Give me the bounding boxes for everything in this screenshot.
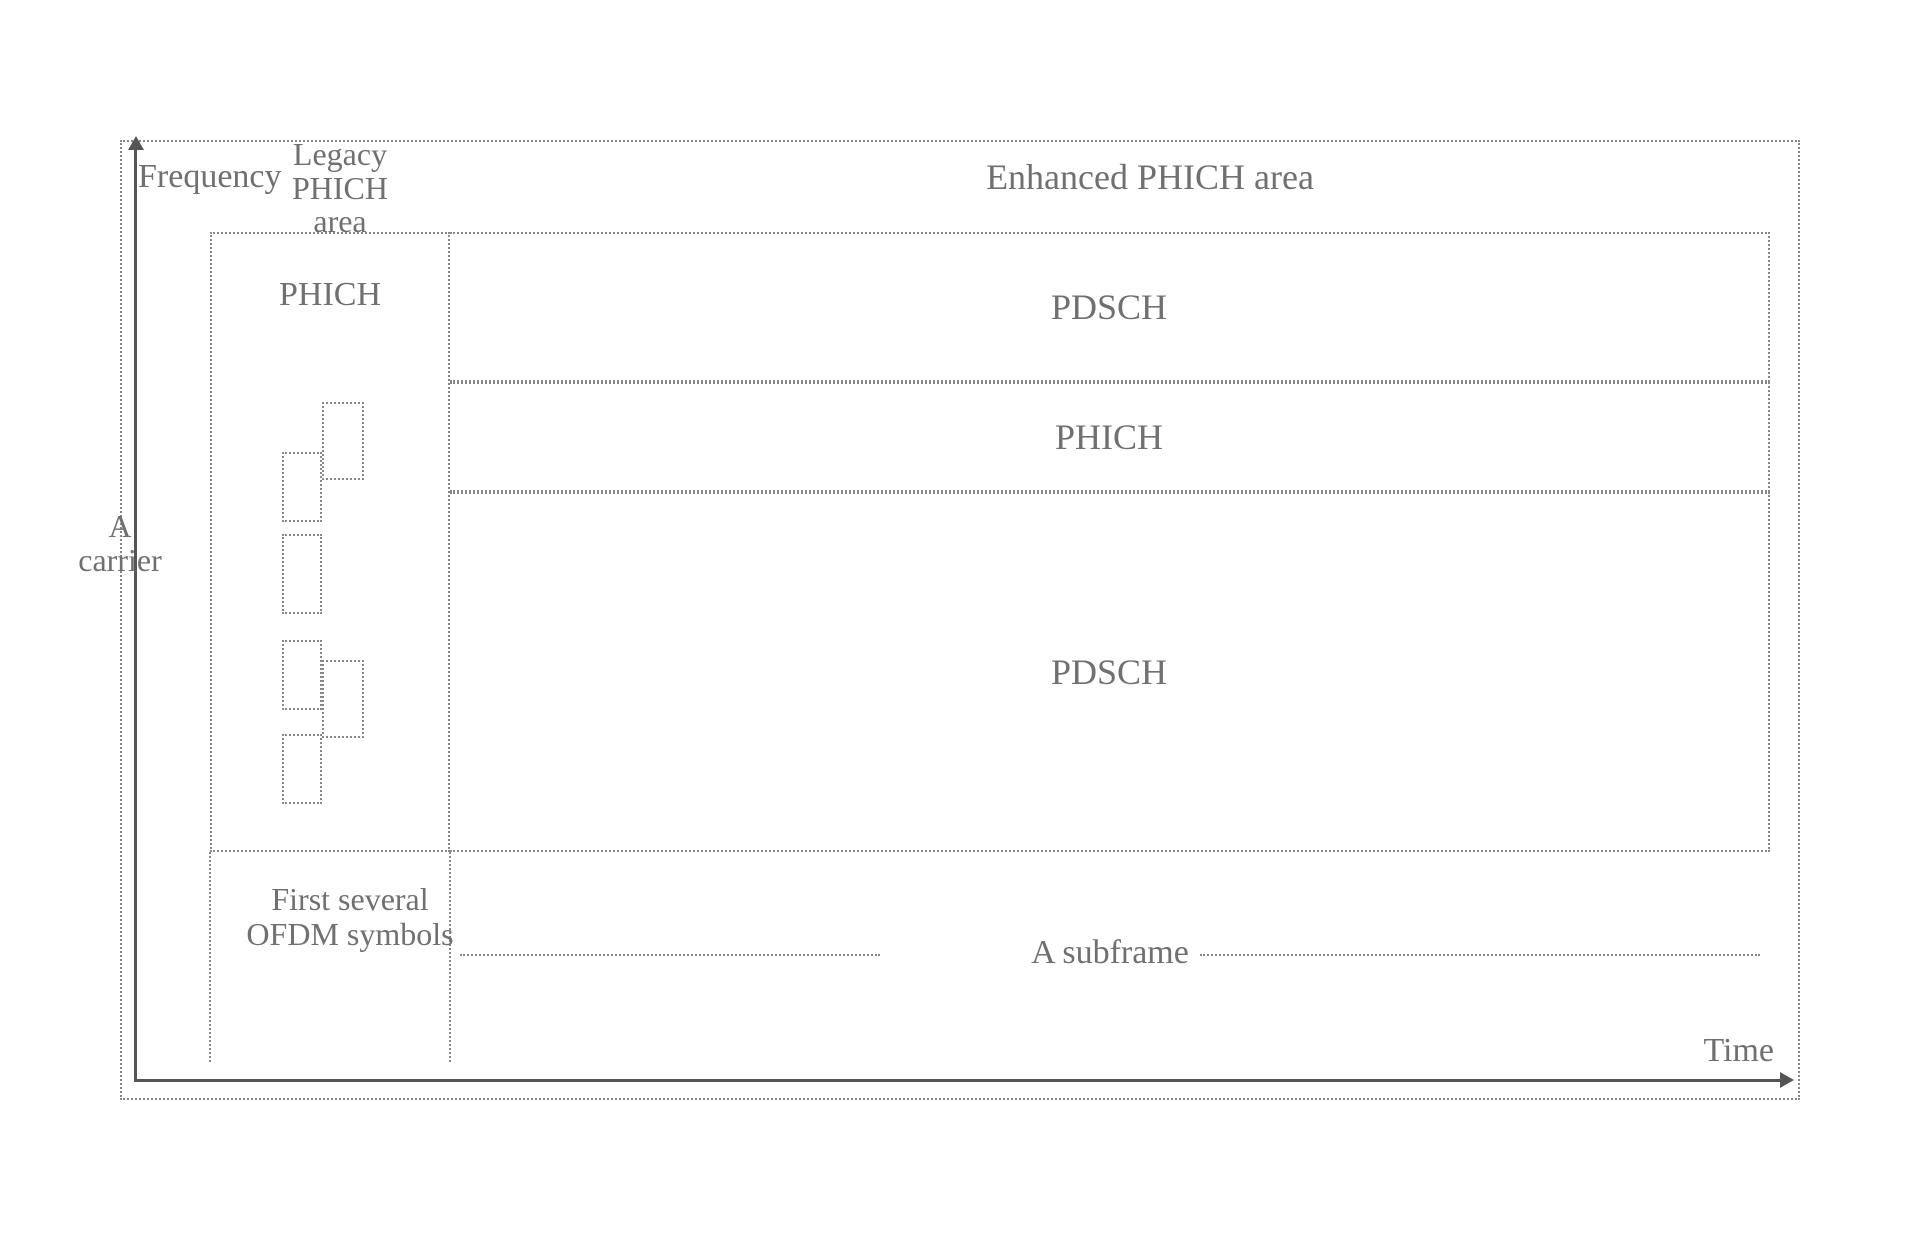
plot-region: PHICH PDSCH PHICH PDSCH — [210, 232, 1770, 852]
time-span-labels: First severalOFDM symbols A subframe — [210, 862, 1770, 1002]
enhanced-row-pdsch-bottom: PDSCH — [450, 492, 1770, 852]
carrier-label: Acarrier — [40, 510, 200, 577]
enhanced-row-phich: PHICH — [450, 382, 1770, 492]
x-axis-label: Time — [1703, 1032, 1774, 1070]
enhanced-row-pdsch-top: PDSCH — [450, 232, 1770, 382]
legacy-reg-box — [282, 452, 322, 522]
x-axis — [134, 1079, 1784, 1082]
diagram-canvas: Frequency Time LegacyPHICHarea Enhanced … — [120, 140, 1800, 1100]
legacy-phich-column: PHICH — [210, 232, 450, 852]
x-axis-arrow-icon — [1780, 1072, 1794, 1088]
subframe-span-line — [1200, 954, 1760, 956]
legacy-reg-box — [322, 402, 364, 480]
enhanced-phich-header: Enhanced PHICH area — [650, 156, 1650, 198]
legacy-reg-box — [282, 640, 322, 710]
legacy-phich-header: LegacyPHICHarea — [250, 138, 430, 239]
legacy-reg-box — [282, 534, 322, 614]
y-axis-arrow-icon — [128, 136, 144, 150]
legacy-phich-text: PHICH — [212, 276, 448, 314]
enhanced-area: PDSCH PHICH PDSCH — [450, 232, 1770, 852]
legacy-reg-box — [322, 660, 364, 738]
y-axis — [134, 144, 137, 1080]
legacy-reg-box — [282, 734, 322, 804]
subframe-label: A subframe — [450, 934, 1770, 972]
